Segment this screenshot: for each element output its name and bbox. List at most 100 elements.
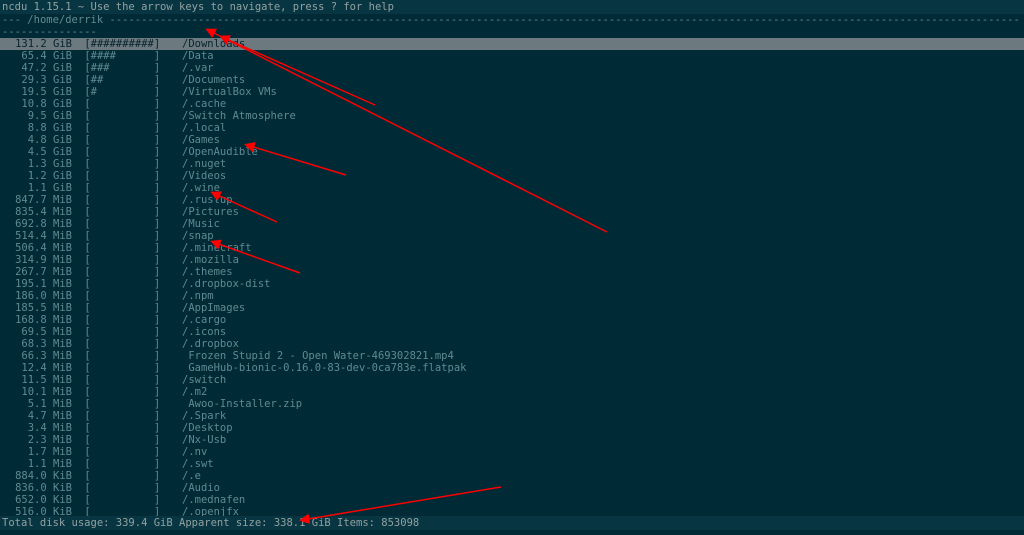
directory-listing[interactable]: 131.2 GiB [##########]/Downloads65.4 GiB…: [0, 38, 1024, 518]
size-bar: [ ]: [72, 446, 178, 458]
size-bar: [#### ]: [72, 50, 178, 62]
size-bar: [ ]: [72, 194, 178, 206]
item-size: 10.8 GiB: [2, 98, 72, 110]
list-item[interactable]: 1.7 MiB [ ]/.nv: [0, 446, 1024, 458]
item-size: 12.4 MiB: [2, 362, 72, 374]
status-text: Total disk usage: 339.4 GiB Apparent siz…: [2, 517, 419, 529]
item-name: /.icons: [178, 326, 1022, 338]
item-name: /.m2: [178, 386, 1022, 398]
item-size: 1.1 GiB: [2, 182, 72, 194]
item-size: 9.5 GiB: [2, 110, 72, 122]
list-item[interactable]: 836.0 KiB [ ]/Audio: [0, 482, 1024, 494]
item-size: 267.7 MiB: [2, 266, 72, 278]
size-bar: [ ]: [72, 482, 178, 494]
list-item[interactable]: 3.4 MiB [ ]/Desktop: [0, 422, 1024, 434]
list-item[interactable]: 692.8 MiB [ ]/Music: [0, 218, 1024, 230]
size-bar: [ ]: [72, 386, 178, 398]
list-item[interactable]: 168.8 MiB [ ]/.cargo: [0, 314, 1024, 326]
item-size: 29.3 GiB: [2, 74, 72, 86]
item-name: /Audio: [178, 482, 1022, 494]
item-size: 66.3 MiB: [2, 350, 72, 362]
list-item[interactable]: 4.7 MiB [ ]/.Spark: [0, 410, 1024, 422]
list-item[interactable]: 29.3 GiB [## ]/Documents: [0, 74, 1024, 86]
item-size: 195.1 MiB: [2, 278, 72, 290]
list-item[interactable]: 185.5 MiB [ ]/AppImages: [0, 302, 1024, 314]
list-item[interactable]: 186.0 MiB [ ]/.npm: [0, 290, 1024, 302]
item-name: /Nx-Usb: [178, 434, 1022, 446]
list-item[interactable]: 1.3 GiB [ ]/.nuget: [0, 158, 1024, 170]
item-size: 47.2 GiB: [2, 62, 72, 74]
item-size: 65.4 GiB: [2, 50, 72, 62]
size-bar: [ ]: [72, 182, 178, 194]
list-item[interactable]: 835.4 MiB [ ]/Pictures: [0, 206, 1024, 218]
list-item[interactable]: 65.4 GiB [#### ]/Data: [0, 50, 1024, 62]
list-item[interactable]: 1.2 GiB [ ]/Videos: [0, 170, 1024, 182]
item-size: 4.7 MiB: [2, 410, 72, 422]
item-size: 847.7 MiB: [2, 194, 72, 206]
item-name: /.rustup: [178, 194, 1022, 206]
list-item[interactable]: 506.4 MiB [ ]/.minecraft: [0, 242, 1024, 254]
list-item[interactable]: 4.5 GiB [ ]/OpenAudible: [0, 146, 1024, 158]
list-item[interactable]: 12.4 MiB [ ] GameHub-bionic-0.16.0-83-de…: [0, 362, 1024, 374]
list-item[interactable]: 314.9 MiB [ ]/.mozilla: [0, 254, 1024, 266]
item-size: 652.0 KiB: [2, 494, 72, 506]
list-item[interactable]: 884.0 KiB [ ]/.e: [0, 470, 1024, 482]
item-name: /Videos: [178, 170, 1022, 182]
list-item[interactable]: 2.3 MiB [ ]/Nx-Usb: [0, 434, 1024, 446]
app-title: ncdu 1.15.1 ~ Use the arrow keys to navi…: [2, 1, 394, 13]
size-bar: [ ]: [72, 362, 178, 374]
list-item[interactable]: 847.7 MiB [ ]/.rustup: [0, 194, 1024, 206]
item-name: /Desktop: [178, 422, 1022, 434]
size-bar: [ ]: [72, 146, 178, 158]
item-name: /Documents: [178, 74, 1022, 86]
item-name: /AppImages: [178, 302, 1022, 314]
app-header: ncdu 1.15.1 ~ Use the arrow keys to navi…: [0, 0, 1024, 14]
list-item[interactable]: 1.1 MiB [ ]/.swt: [0, 458, 1024, 470]
size-bar: [ ]: [72, 314, 178, 326]
list-item[interactable]: 514.4 MiB [ ]/snap: [0, 230, 1024, 242]
list-item[interactable]: 10.1 MiB [ ]/.m2: [0, 386, 1024, 398]
size-bar: [ ]: [72, 302, 178, 314]
item-name: /.themes: [178, 266, 1022, 278]
item-size: 514.4 MiB: [2, 230, 72, 242]
list-item[interactable]: 131.2 GiB [##########]/Downloads: [0, 38, 1024, 50]
size-bar: [ ]: [72, 206, 178, 218]
list-item[interactable]: 69.5 MiB [ ]/.icons: [0, 326, 1024, 338]
size-bar: [##########]: [72, 38, 178, 50]
size-bar: [### ]: [72, 62, 178, 74]
item-size: 69.5 MiB: [2, 326, 72, 338]
item-name: /.swt: [178, 458, 1022, 470]
list-item[interactable]: 47.2 GiB [### ]/.var: [0, 62, 1024, 74]
list-item[interactable]: 267.7 MiB [ ]/.themes: [0, 266, 1024, 278]
item-name: /snap: [178, 230, 1022, 242]
list-item[interactable]: 66.3 MiB [ ] Frozen Stupid 2 - Open Wate…: [0, 350, 1024, 362]
item-name: /.local: [178, 122, 1022, 134]
list-item[interactable]: 68.3 MiB [ ]/.dropbox: [0, 338, 1024, 350]
list-item[interactable]: 195.1 MiB [ ]/.dropbox-dist: [0, 278, 1024, 290]
item-name: /Games: [178, 134, 1022, 146]
list-item[interactable]: 4.8 GiB [ ]/Games: [0, 134, 1024, 146]
item-name: GameHub-bionic-0.16.0-83-dev-0ca783e.fla…: [178, 362, 1022, 374]
item-size: 1.1 MiB: [2, 458, 72, 470]
size-bar: [ ]: [72, 494, 178, 506]
list-item[interactable]: 5.1 MiB [ ] Awoo-Installer.zip: [0, 398, 1024, 410]
list-item[interactable]: 11.5 MiB [ ]/switch: [0, 374, 1024, 386]
size-bar: [ ]: [72, 326, 178, 338]
list-item[interactable]: 8.8 GiB [ ]/.local: [0, 122, 1024, 134]
size-bar: [ ]: [72, 122, 178, 134]
list-item[interactable]: 19.5 GiB [# ]/VirtualBox VMs: [0, 86, 1024, 98]
item-size: 5.1 MiB: [2, 398, 72, 410]
item-name: /Switch Atmosphere: [178, 110, 1022, 122]
item-name: /VirtualBox VMs: [178, 86, 1022, 98]
list-item[interactable]: 1.1 GiB [ ]/.wine: [0, 182, 1024, 194]
list-item[interactable]: 652.0 KiB [ ]/.mednafen: [0, 494, 1024, 506]
size-bar: [ ]: [72, 470, 178, 482]
list-item[interactable]: 10.8 GiB [ ]/.cache: [0, 98, 1024, 110]
size-bar: [ ]: [72, 134, 178, 146]
item-name: /Downloads: [178, 38, 1022, 50]
item-size: 1.7 MiB: [2, 446, 72, 458]
list-item[interactable]: 9.5 GiB [ ]/Switch Atmosphere: [0, 110, 1024, 122]
current-path: /home/derrik: [27, 14, 103, 26]
item-name: /.Spark: [178, 410, 1022, 422]
item-size: 692.8 MiB: [2, 218, 72, 230]
